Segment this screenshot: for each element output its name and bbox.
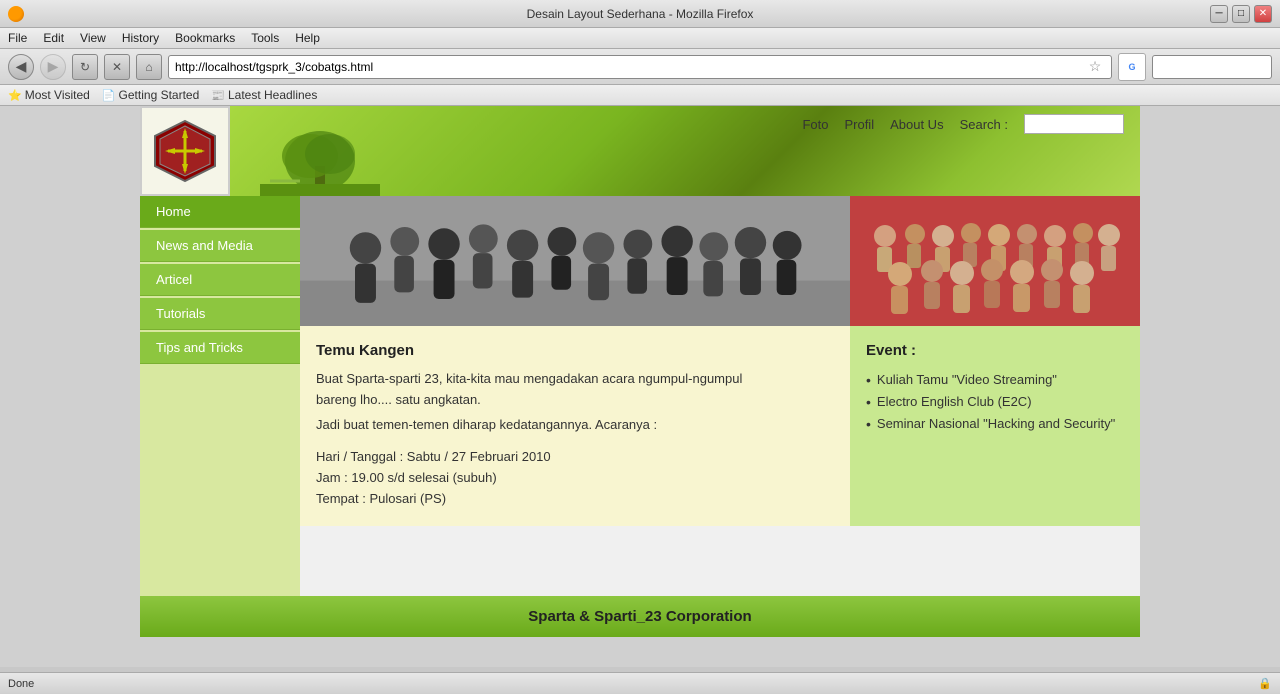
event-item-2: Electro English Club (E2C) [866, 391, 1124, 413]
header-search-input[interactable] [1024, 114, 1124, 134]
logo-box [140, 106, 230, 196]
nav-profil[interactable]: Profil [844, 117, 874, 132]
menu-bookmarks[interactable]: Bookmarks [175, 31, 235, 45]
maximize-button[interactable]: □ [1232, 5, 1250, 23]
header-banner: Foto Profil About Us Search : [230, 106, 1140, 196]
sidebar: Home News and Media Articel Tutorials Ti… [140, 196, 300, 596]
photo-left [300, 196, 850, 326]
star-icon: ⭐ [8, 89, 22, 102]
home-button[interactable]: ⌂ [136, 54, 162, 80]
search-input[interactable] [1153, 60, 1280, 74]
site-logo [150, 116, 220, 186]
security-indicator: 🔒 [1258, 677, 1272, 690]
status-text: Done [8, 678, 34, 690]
google-icon: G [1118, 53, 1146, 81]
footer-text: Sparta & Sparti_23 Corporation [528, 608, 751, 625]
firefox-icon [8, 6, 24, 22]
page-icon: 📄 [102, 89, 116, 102]
news-icon: 📰 [211, 89, 225, 102]
reload-button[interactable]: ↻ [72, 54, 98, 80]
firefox-logo [8, 6, 24, 22]
window-controls: ─ □ ✕ [1210, 5, 1272, 23]
tree-decoration [260, 116, 380, 196]
back-button[interactable]: ◀ [8, 54, 34, 80]
url-bar: ☆ [168, 55, 1112, 79]
bookmarks-bar: ⭐ Most Visited 📄 Getting Started 📰 Lates… [0, 85, 1280, 106]
photo-strip [300, 196, 1140, 326]
article-details: Hari / Tanggal : Sabtu / 27 Februari 201… [316, 447, 834, 509]
toolbar: ◀ ▶ ↻ ✕ ⌂ ☆ G 🔍 [0, 49, 1280, 85]
window-title: Desain Layout Sederhana - Mozilla Firefo… [527, 7, 754, 21]
url-input[interactable] [175, 60, 1085, 74]
menu-view[interactable]: View [80, 31, 106, 45]
menu-edit[interactable]: Edit [43, 31, 64, 45]
bookmark-star[interactable]: ☆ [1085, 57, 1105, 77]
article-para-1: Buat Sparta-sparti 23, kita-kita mau men… [316, 369, 834, 411]
events-list: Kuliah Tamu "Video Streaming" Electro En… [866, 369, 1124, 435]
status-bar: Done 🔒 [0, 672, 1280, 694]
menu-bar: File Edit View History Bookmarks Tools H… [0, 28, 1280, 49]
website-wrapper: Foto Profil About Us Search : [0, 106, 1280, 667]
sidebar-item-news[interactable]: News and Media [140, 230, 300, 262]
bookmark-latest-headlines[interactable]: 📰 Latest Headlines [211, 88, 317, 102]
sidebar-item-tips[interactable]: Tips and Tricks [140, 332, 300, 364]
two-column-content: Temu Kangen Buat Sparta-sparti 23, kita-… [300, 326, 1140, 526]
nav-foto[interactable]: Foto [802, 117, 828, 132]
event-item-1: Kuliah Tamu "Video Streaming" [866, 369, 1124, 391]
titlebar: Desain Layout Sederhana - Mozilla Firefo… [0, 0, 1280, 28]
content-area: Temu Kangen Buat Sparta-sparti 23, kita-… [300, 196, 1140, 596]
sidebar-item-articel[interactable]: Articel [140, 264, 300, 296]
search-label: Search : [960, 117, 1008, 132]
menu-help[interactable]: Help [295, 31, 320, 45]
website: Foto Profil About Us Search : [140, 106, 1140, 637]
close-button[interactable]: ✕ [1254, 5, 1272, 23]
nav-about[interactable]: About Us [890, 117, 943, 132]
sidebar-item-home[interactable]: Home [140, 196, 300, 228]
events-title: Event : [866, 342, 1124, 359]
menu-file[interactable]: File [8, 31, 27, 45]
article-title: Temu Kangen [316, 342, 834, 359]
main-layout: Home News and Media Articel Tutorials Ti… [140, 196, 1140, 596]
site-header: Foto Profil About Us Search : [140, 106, 1140, 196]
article-para-2: Jadi buat temen-temen diharap kedatangan… [316, 415, 834, 436]
forward-button[interactable]: ▶ [40, 54, 66, 80]
search-bar: 🔍 [1152, 55, 1272, 79]
event-item-3: Seminar Nasional "Hacking and Security" [866, 413, 1124, 435]
menu-history[interactable]: History [122, 31, 159, 45]
bookmark-getting-started[interactable]: 📄 Getting Started [102, 88, 199, 102]
article-body: Buat Sparta-sparti 23, kita-kita mau men… [316, 369, 834, 510]
article-column: Temu Kangen Buat Sparta-sparti 23, kita-… [300, 326, 850, 526]
photo-right [850, 196, 1140, 326]
bw-photo [300, 196, 850, 326]
menu-tools[interactable]: Tools [251, 31, 279, 45]
site-footer: Sparta & Sparti_23 Corporation [140, 596, 1140, 637]
color-photo [850, 196, 1140, 326]
stop-button[interactable]: ✕ [104, 54, 130, 80]
bookmark-most-visited[interactable]: ⭐ Most Visited [8, 88, 90, 102]
events-column: Event : Kuliah Tamu "Video Streaming" El… [850, 326, 1140, 526]
minimize-button[interactable]: ─ [1210, 5, 1228, 23]
sidebar-item-tutorials[interactable]: Tutorials [140, 298, 300, 330]
